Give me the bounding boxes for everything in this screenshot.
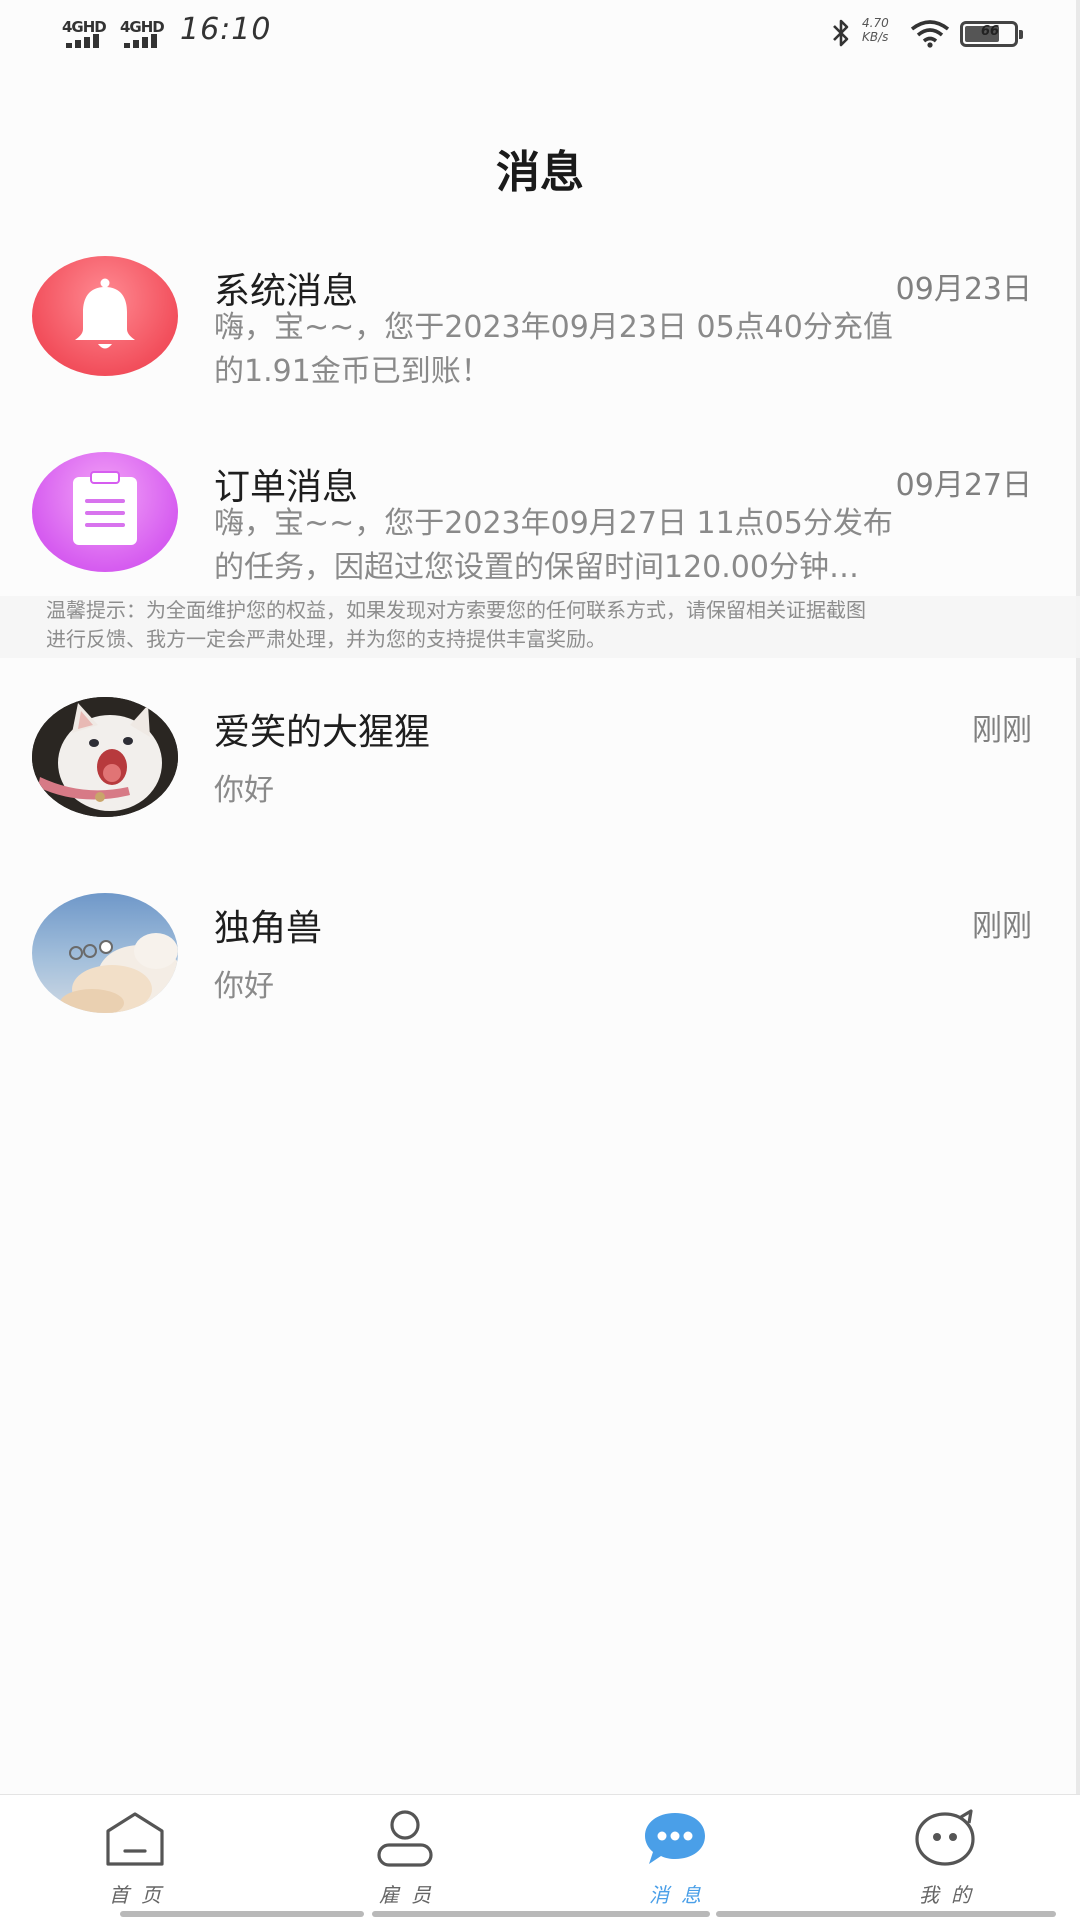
bell-icon xyxy=(75,278,135,349)
network-speed-value: 4.70 xyxy=(862,16,889,30)
bluetooth-icon xyxy=(833,19,849,47)
nav-item-employee[interactable]: 雇员 xyxy=(270,1795,540,1920)
messages-screen: 4GHD 4GHD 16:10 4.70 KB/s 66 消息 系统消息 09月… xyxy=(0,0,1080,1920)
signal-bars-icon xyxy=(66,34,102,48)
conversation-time: 刚刚 xyxy=(972,909,1032,944)
conversation-preview: 你好 xyxy=(214,769,994,813)
conversation-item-user[interactable]: 独角兽 刚刚 你好 xyxy=(0,889,1080,1085)
nav-label: 消息 xyxy=(649,1883,713,1907)
nav-item-messages[interactable]: 消息 xyxy=(540,1795,810,1920)
network-speed: 4.70 KB/s xyxy=(862,16,889,44)
cloud-photo-icon xyxy=(60,933,178,1013)
wifi-icon xyxy=(910,20,950,48)
conversation-item-system[interactable]: 系统消息 09月23日 嗨，宝~~，您于2023年09月23日 05点40分充值… xyxy=(0,252,1080,448)
conversation-time: 09月23日 xyxy=(895,272,1032,307)
tip-line: 温馨提示：为全面维护您的权益，如果发现对方索要您的任何联系方式，请保留相关证据截… xyxy=(46,598,866,622)
nav-item-home[interactable]: 首页 xyxy=(0,1795,270,1920)
conversation-item-user[interactable]: 爱笑的大猩猩 刚刚 你好 xyxy=(0,693,1080,889)
tip-line: 进行反馈、我方一定会严肃处理，并为您的支持提供丰富奖励。 xyxy=(46,627,606,651)
conversation-time: 刚刚 xyxy=(972,713,1032,748)
nav-item-mine[interactable]: 我的 xyxy=(810,1795,1080,1920)
preview-line: 嗨，宝~~，您于2023年09月27日 11点05分发布 xyxy=(214,506,893,541)
conversation-name: 独角兽 xyxy=(214,908,323,949)
order-message-avatar xyxy=(32,452,178,572)
network-speed-unit: KB/s xyxy=(862,30,889,44)
home-indicator xyxy=(120,1911,364,1917)
home-indicator xyxy=(372,1911,710,1917)
battery-icon: 66 xyxy=(960,21,1023,47)
chat-bubble-icon xyxy=(645,1813,705,1864)
preview-line: 你好 xyxy=(214,969,274,1004)
bottom-nav: 首页 雇员 消息 我的 xyxy=(0,1794,1080,1920)
preview-line: 的任务，因超过您设置的保留时间120.00分钟… xyxy=(214,550,859,585)
battery-level: 66 xyxy=(981,24,1000,39)
status-bar: 4GHD 4GHD 16:10 4.70 KB/s 66 xyxy=(0,0,1080,62)
system-message-avatar xyxy=(32,256,178,376)
page-title: 消息 xyxy=(496,147,584,198)
status-clock: 16:10 xyxy=(180,12,272,47)
conversation-name: 爱笑的大猩猩 xyxy=(214,712,431,753)
preview-line: 嗨，宝~~，您于2023年09月23日 05点40分充值 xyxy=(214,310,893,345)
cat-photo-avatar xyxy=(32,697,178,817)
home-indicator xyxy=(716,1911,1056,1917)
signal-bars-icon xyxy=(124,34,160,48)
smiley-bubble-icon xyxy=(915,1809,975,1866)
conversation-preview: 你好 xyxy=(214,965,994,1009)
nav-label: 我的 xyxy=(919,1883,983,1907)
clipboard-icon xyxy=(73,471,137,545)
person-icon xyxy=(377,1810,433,1867)
conversation-preview: 嗨，宝~~，您于2023年09月27日 11点05分发布 的任务，因超过您设置的… xyxy=(214,502,994,590)
conversation-preview: 嗨，宝~~，您于2023年09月23日 05点40分充值 的1.91金币已到账！ xyxy=(214,306,994,394)
nav-label: 雇员 xyxy=(379,1883,443,1907)
sky-cloud-photo-avatar xyxy=(32,893,178,1013)
nav-label: 首页 xyxy=(109,1883,173,1907)
preview-line: 的1.91金币已到账！ xyxy=(214,354,491,389)
battery-tip xyxy=(1019,30,1023,39)
home-icon xyxy=(106,1812,164,1866)
conversation-time: 09月27日 xyxy=(895,468,1032,503)
safety-tip-banner: 温馨提示：为全面维护您的权益，如果发现对方索要您的任何联系方式，请保留相关证据截… xyxy=(0,596,1080,658)
cat-photo-icon xyxy=(32,697,178,817)
preview-line: 你好 xyxy=(214,773,274,808)
